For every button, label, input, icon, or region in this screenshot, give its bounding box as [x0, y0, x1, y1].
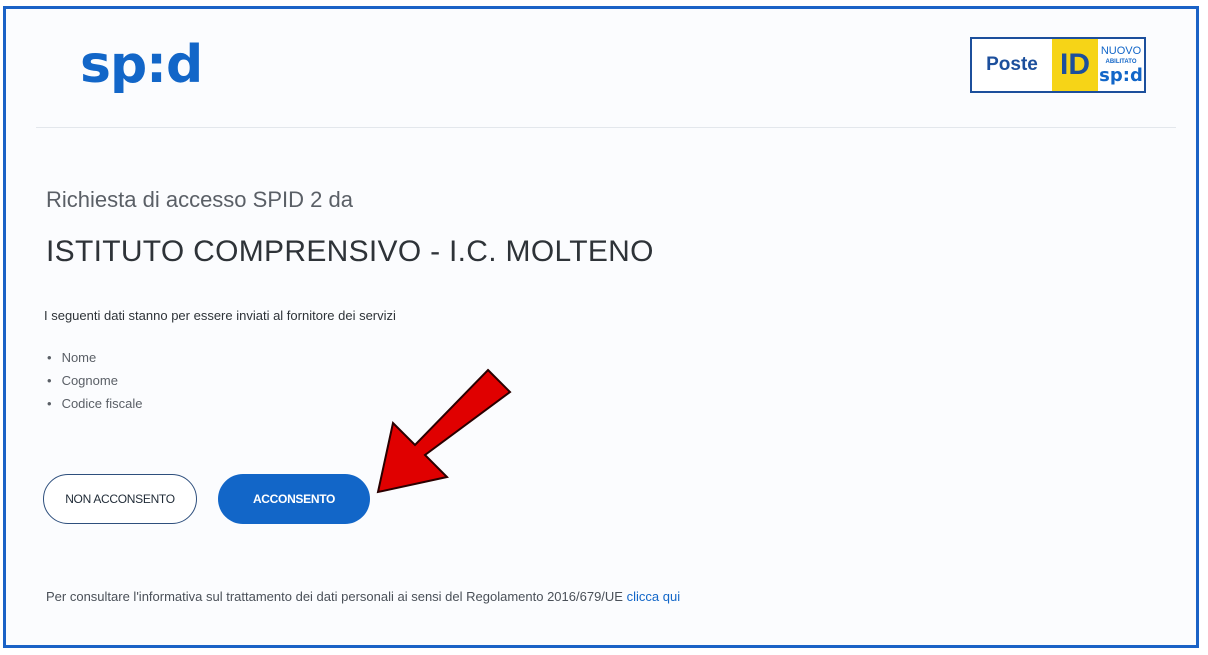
red-arrow-annotation: [376, 368, 512, 494]
